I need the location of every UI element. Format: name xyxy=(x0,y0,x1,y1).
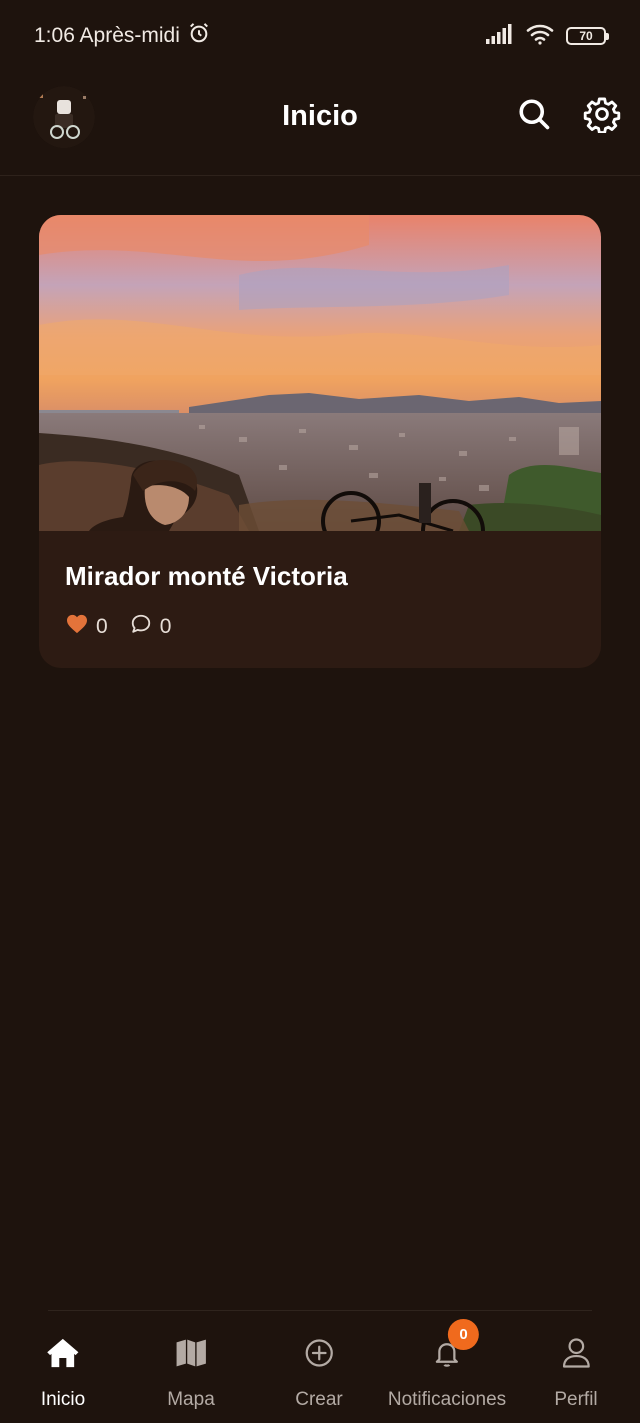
notification-badge: 0 xyxy=(448,1319,479,1350)
comment-button[interactable]: 0 xyxy=(130,613,172,641)
user-icon xyxy=(556,1333,596,1373)
map-icon xyxy=(171,1333,211,1373)
comment-icon xyxy=(130,613,152,641)
heart-icon xyxy=(66,614,88,640)
search-icon xyxy=(516,96,552,137)
comment-count: 0 xyxy=(159,615,172,638)
settings-button[interactable] xyxy=(582,96,622,136)
post-title[interactable]: Mirador monté Victoria xyxy=(65,561,348,592)
post-card[interactable]: Mirador monté Victoria 0 0 xyxy=(39,215,601,668)
alarm-icon xyxy=(188,22,210,50)
nav-label-crear: Crear xyxy=(295,1389,343,1410)
bell-icon: 0 xyxy=(427,1319,479,1373)
bottom-nav: Inicio Mapa Crear 0 Notificaciones Perfi… xyxy=(0,1311,640,1423)
nav-item-crear[interactable]: Crear xyxy=(295,1333,343,1411)
signal-icon xyxy=(486,23,514,49)
nav-item-notificaciones[interactable]: 0 Notificaciones xyxy=(387,1319,507,1411)
nav-label-notificaciones: Notificaciones xyxy=(387,1389,507,1410)
battery-level: 70 xyxy=(579,29,593,43)
nav-label-perfil: Perfil xyxy=(554,1389,598,1410)
like-button[interactable]: 0 xyxy=(66,614,108,640)
nav-label-inicio: Inicio xyxy=(40,1389,86,1410)
nav-item-inicio[interactable]: Inicio xyxy=(41,1333,85,1411)
nav-item-perfil[interactable]: Perfil xyxy=(554,1333,598,1411)
battery-icon: 70 xyxy=(566,27,609,45)
status-time: 1:06 Après-midi xyxy=(34,24,180,47)
nav-label-mapa: Mapa xyxy=(167,1389,215,1410)
search-button[interactable] xyxy=(514,96,554,136)
status-bar: 1:06 Après-midi 70 xyxy=(0,0,640,72)
post-stats: 0 0 xyxy=(66,613,171,641)
plus-circle-icon xyxy=(299,1333,339,1373)
app-header: Inicio xyxy=(0,72,640,176)
gear-icon xyxy=(583,95,621,138)
wifi-icon xyxy=(526,23,554,50)
home-icon xyxy=(43,1333,83,1373)
like-count: 0 xyxy=(96,615,108,638)
post-photo xyxy=(39,215,601,531)
nav-item-mapa[interactable]: Mapa xyxy=(167,1333,215,1411)
